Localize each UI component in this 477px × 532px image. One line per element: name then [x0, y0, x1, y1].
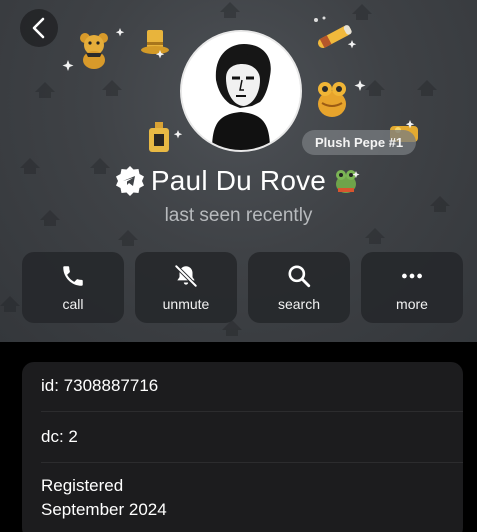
plush-pepe-icon[interactable] [332, 166, 362, 196]
registered-label: Registered [41, 476, 124, 495]
profile-name-row: Paul Du Rove [0, 165, 477, 197]
unmute-button[interactable]: unmute [135, 252, 237, 323]
call-button[interactable]: call [22, 252, 124, 323]
search-label: search [277, 296, 321, 312]
more-dots-icon [402, 273, 422, 279]
more-button[interactable]: more [361, 252, 463, 323]
call-label: call [62, 296, 84, 312]
chevron-left-icon [32, 17, 45, 39]
gift-name-chip[interactable]: Plush Pepe #1 [302, 130, 417, 155]
profile-info-card: id: 7308887716 dc: 2 Registered Septembe… [22, 362, 463, 532]
phone-icon [63, 266, 83, 286]
bell-slash-icon [174, 264, 198, 288]
search-icon [288, 265, 311, 288]
registered-row[interactable]: Registered September 2024 [22, 463, 463, 532]
user-id-row[interactable]: id: 7308887716 [22, 362, 463, 412]
registered-value: September 2024 [41, 500, 167, 519]
search-button[interactable]: search [248, 252, 350, 323]
verified-badge-icon [115, 166, 144, 196]
last-seen-status: last seen recently [164, 205, 313, 226]
profile-header: Plush Pepe #1 Paul Du Rove last seen rec… [0, 0, 477, 342]
action-buttons: call unmute search more [22, 252, 463, 323]
more-label: more [396, 296, 428, 312]
back-button[interactable] [20, 9, 58, 47]
unmute-label: unmute [162, 296, 210, 312]
profile-name: Paul Du Rove [150, 165, 327, 196]
datacenter-row[interactable]: dc: 2 [22, 412, 463, 462]
datacenter-text: dc: 2 [41, 427, 78, 446]
profile-avatar[interactable] [180, 30, 302, 152]
user-id-text: id: 7308887716 [41, 376, 159, 395]
avatar-portrait [182, 32, 300, 150]
